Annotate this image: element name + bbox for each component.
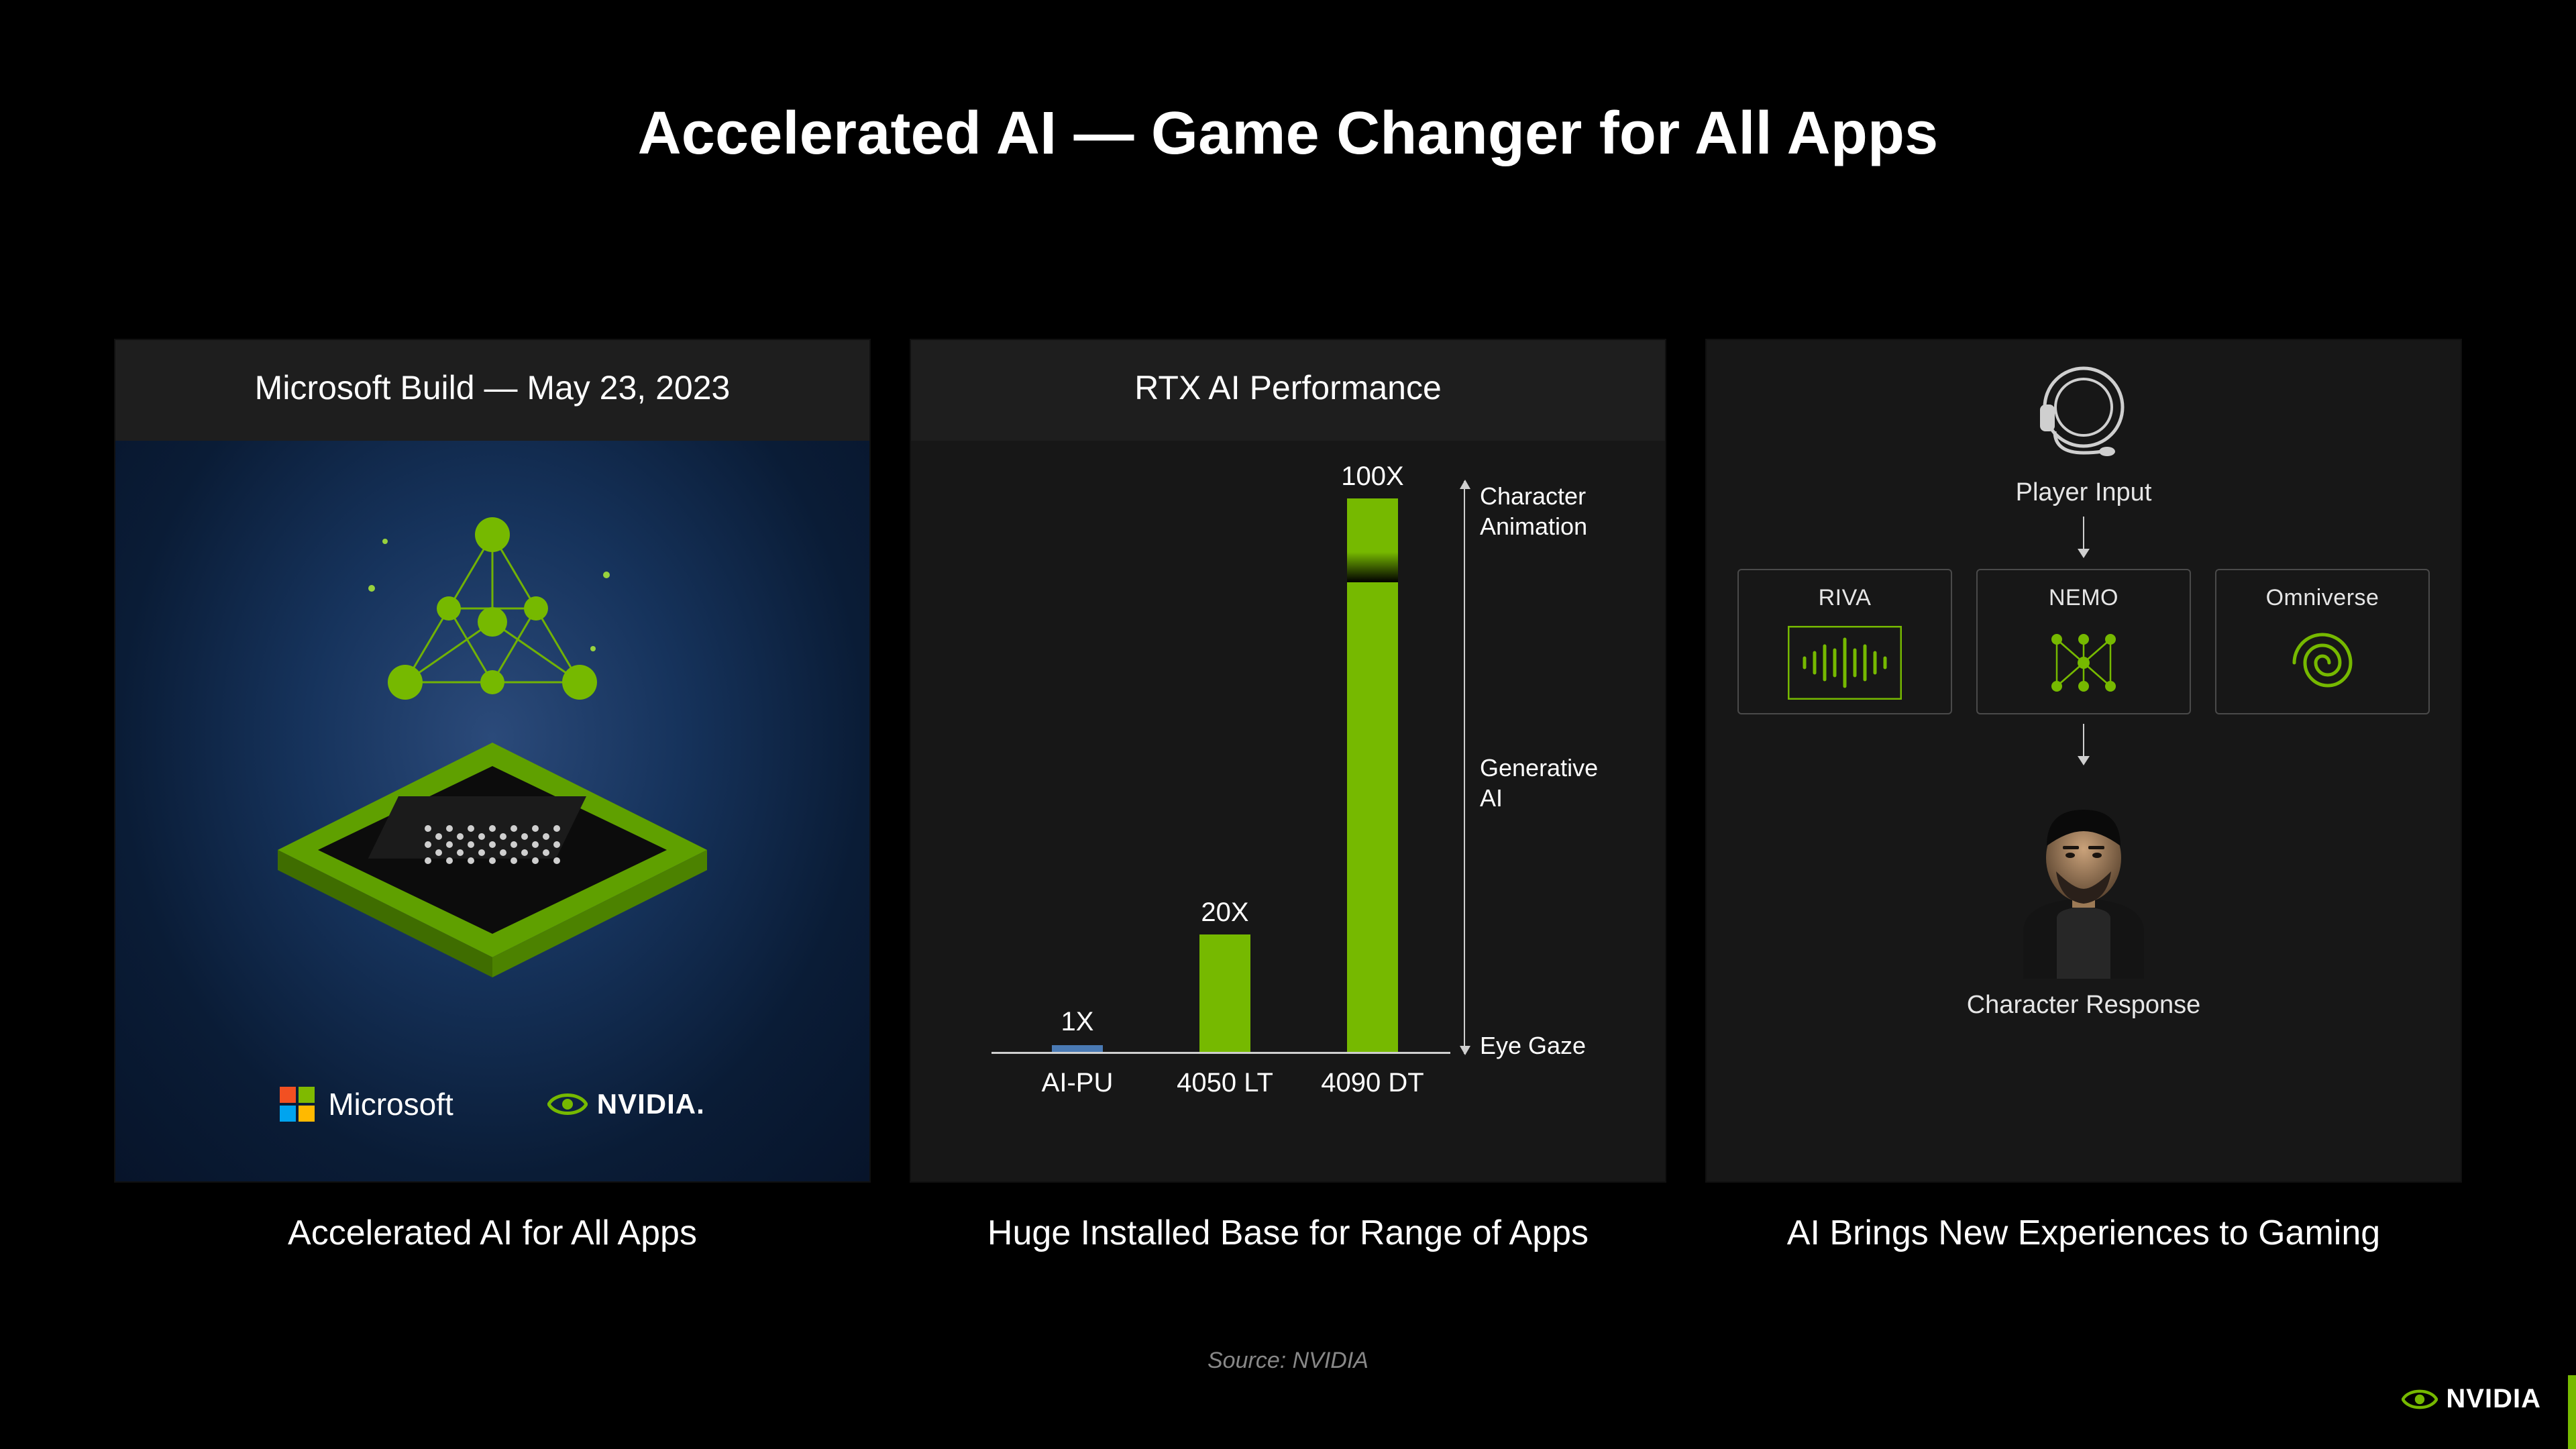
chart-bar-aipu [1052, 1045, 1103, 1052]
character-image [1993, 784, 2174, 979]
neural-net-small-icon [2037, 626, 2131, 700]
caption-1: Huge Installed Base for Range of Apps [910, 1213, 1666, 1253]
omniverse-label: Omniverse [2266, 585, 2379, 611]
axis-annotation-top: Character Animation [1480, 481, 1598, 541]
panel-header: RTX AI Performance [911, 340, 1665, 441]
omniverse-box: Omniverse [2215, 569, 2430, 714]
character-response-label: Character Response [1967, 991, 2201, 1020]
panel-body: Microsoft NVIDIA. [115, 441, 869, 1181]
microsoft-icon [280, 1087, 315, 1122]
caption-2: AI Brings New Experiences to Gaming [1705, 1213, 2462, 1253]
caption-0: Accelerated AI for All Apps [114, 1213, 871, 1253]
nvidia-wordmark: NVIDIA [2446, 1384, 2541, 1414]
panel-ai-gaming: Player Input RIVA [1705, 339, 2462, 1183]
player-input-label: Player Input [2016, 478, 2152, 507]
chart-value-label: 1X [1061, 1007, 1094, 1037]
chart-category-label: 4090 DT [1321, 1052, 1424, 1098]
chart-value-label: 20X [1201, 898, 1248, 928]
headset-icon [2027, 352, 2141, 466]
tech-box-row: RIVA [1707, 569, 2461, 714]
spiral-icon [2282, 626, 2363, 700]
chip-icon [264, 729, 720, 1011]
panel-ms-build: Microsoft Build — May 23, 2023 [114, 339, 871, 1183]
chart-category-label: AI-PU [1042, 1052, 1114, 1098]
panel-row: Microsoft Build — May 23, 2023 [114, 339, 2462, 1183]
microsoft-logo: Microsoft [280, 1086, 453, 1122]
nemo-label: NEMO [2049, 585, 2118, 611]
riva-box: RIVA [1737, 569, 1952, 714]
logo-row: Microsoft NVIDIA. [115, 1086, 869, 1122]
axis-annotation-bottom: Eye Gaze [1480, 1030, 1586, 1061]
riva-label: RIVA [1819, 585, 1872, 611]
nvidia-logo: NVIDIA. [547, 1088, 705, 1120]
panel-body: 1X 20X 100X AI-PU 4050 LT 4090 DT Charac… [911, 441, 1665, 1181]
microsoft-wordmark: Microsoft [328, 1086, 453, 1122]
axis-annotation-middle: Generative AI [1480, 753, 1598, 813]
rtx-chart: 1X 20X 100X AI-PU 4050 LT 4090 DT Charac… [991, 481, 1598, 1108]
chart-bar-4090dt [1347, 498, 1398, 1052]
chart-category-label: 4050 LT [1177, 1052, 1273, 1098]
nvidia-eye-icon [2402, 1386, 2438, 1413]
neural-net-icon [338, 508, 647, 722]
slide-title: Accelerated AI — Game Changer for All Ap… [0, 99, 2576, 168]
panel-header: Microsoft Build — May 23, 2023 [115, 340, 869, 441]
chart-value-label: 100X [1341, 462, 1403, 492]
panel-body: Player Input RIVA [1707, 347, 2461, 1181]
slide-accent-bar [2568, 1375, 2576, 1449]
chart-right-axis: Character Animation Generative AI Eye Ga… [1464, 481, 1598, 1054]
nvidia-eye-icon [547, 1089, 588, 1119]
footer-nvidia-logo: NVIDIA [2402, 1384, 2541, 1414]
panel-rtx-chart: RTX AI Performance 1X 20X 100X AI-PU 405… [910, 339, 1666, 1183]
arrow-down-icon [2083, 724, 2084, 764]
waveform-icon [1788, 626, 1902, 700]
nemo-box: NEMO [1976, 569, 2191, 714]
source-citation: Source: NVIDIA [0, 1348, 2576, 1374]
chart-bar-4050lt [1199, 934, 1250, 1052]
caption-row: Accelerated AI for All Apps Huge Install… [114, 1213, 2462, 1253]
chart-plot-area: 1X 20X 100X AI-PU 4050 LT 4090 DT [991, 481, 1450, 1054]
nvidia-wordmark: NVIDIA. [597, 1088, 705, 1120]
arrow-down-icon [2083, 517, 2084, 557]
build-illustration: Microsoft NVIDIA. [115, 441, 869, 1181]
